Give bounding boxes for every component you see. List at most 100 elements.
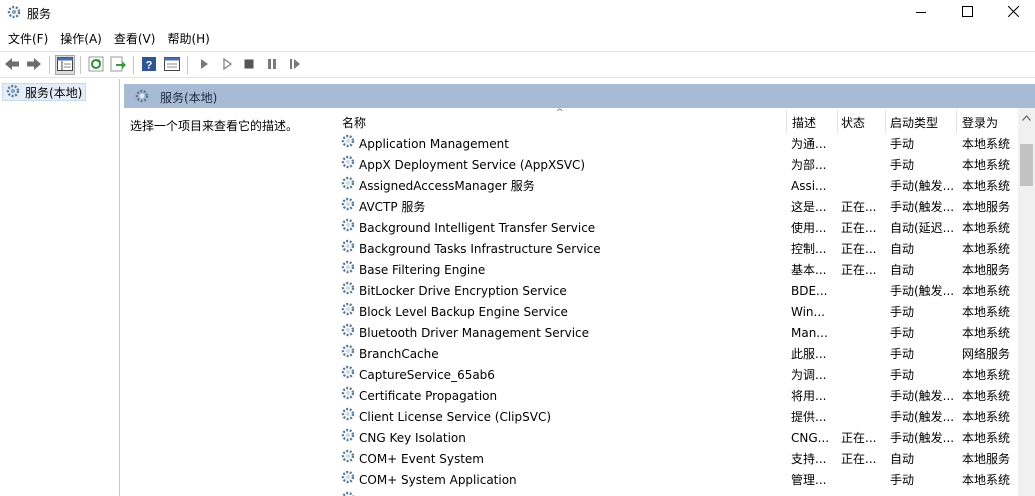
back-button[interactable] — [2, 55, 22, 75]
stop-service-button[interactable] — [239, 55, 259, 75]
minimize-icon — [916, 6, 926, 20]
service-description: CNG... — [791, 431, 830, 445]
resume-service-icon — [289, 58, 301, 73]
gear-icon — [6, 4, 22, 20]
service-name-cell: Bluetooth Driver Management Service — [340, 323, 786, 344]
vertical-scrollbar[interactable] — [1018, 108, 1035, 496]
service-startup-type: 自动 — [890, 263, 915, 277]
table-row[interactable]: CaptureService_65ab6 为调... 手动 本地系统 — [334, 365, 1018, 386]
refresh-button[interactable] — [86, 55, 106, 75]
service-logon-as: 本地服务 — [962, 452, 1011, 466]
tree-node-services-local[interactable]: 服务(本地) — [2, 83, 87, 101]
table-row[interactable]: CNG Key Isolation CNG... 正在... 手动(触发... 本地系统 — [334, 428, 1018, 449]
service-name: Bluetooth Driver Management Service — [359, 326, 590, 340]
menu-file[interactable]: 文件(F) — [2, 28, 54, 50]
help-button[interactable]: ? — [139, 55, 159, 75]
column-header-logon-as[interactable]: 登录为 — [962, 108, 1018, 134]
service-gear-icon — [340, 218, 356, 239]
service-name: Background Tasks Infrastructure Service — [359, 242, 601, 256]
resume-service-button[interactable] — [285, 55, 305, 75]
column-divider[interactable] — [837, 110, 838, 134]
service-description — [791, 491, 837, 496]
service-startup-type: 手动 — [890, 473, 915, 487]
column-divider[interactable] — [956, 110, 957, 134]
column-header-startup-type[interactable]: 启动类型 — [890, 108, 956, 134]
services-list: ^ 名称 描述 状态 启动类型 登录为 Application Manageme… — [334, 108, 1018, 496]
service-name-cell: Client License Service (ClipSVC) — [340, 407, 786, 428]
description-pane: 选择一个项目来查看它的描述。 — [124, 108, 334, 496]
service-description: 控制... — [791, 242, 827, 256]
title-bar: 服务 — [0, 0, 1035, 26]
service-gear-icon — [340, 428, 356, 449]
service-name-cell: Application Management — [340, 134, 786, 155]
minimize-button[interactable] — [898, 0, 944, 26]
menu-action[interactable]: 操作(A) — [54, 28, 108, 50]
start-service-button[interactable] — [194, 55, 214, 75]
table-row[interactable]: AssignedAccessManager 服务 Assi... 手动(触发... 本… — [334, 176, 1018, 197]
export-list-button[interactable] — [108, 55, 128, 75]
table-row[interactable]: Application Management 为通... 手动 本地系统 — [334, 134, 1018, 155]
scroll-thumb[interactable] — [1020, 144, 1033, 186]
chevron-up-icon — [1022, 110, 1031, 124]
service-startup-type: 手动 — [890, 347, 915, 361]
menu-help[interactable]: 帮助(H) — [161, 28, 215, 50]
table-row[interactable]: Base Filtering Engine 基本... 正在... 自动 本地服务 — [334, 260, 1018, 281]
table-row[interactable] — [334, 491, 1018, 496]
service-gear-icon — [340, 260, 356, 281]
service-name-cell: Certificate Propagation — [340, 386, 786, 407]
start-service-alt-button[interactable] — [217, 55, 237, 75]
table-row[interactable]: COM+ System Application 管理... 手动 本地系统 — [334, 470, 1018, 491]
service-logon-as: 本地系统 — [962, 326, 1011, 340]
scroll-up-button[interactable] — [1018, 108, 1035, 125]
menu-bar: 文件(F) 操作(A) 查看(V) 帮助(H) — [0, 28, 1035, 50]
table-row[interactable]: Client License Service (ClipSVC) 提供... 手动(… — [334, 407, 1018, 428]
show-hide-tree-button[interactable] — [55, 55, 75, 75]
forward-arrow-icon — [26, 57, 42, 74]
service-name-cell: AVCTP 服务 — [340, 197, 786, 218]
toolbar-separator — [187, 56, 188, 74]
service-logon-as: 网络服务 — [962, 347, 1011, 361]
service-description: 为调... — [791, 368, 827, 382]
toolbar-separator — [80, 56, 81, 74]
service-description: 为通... — [791, 137, 827, 151]
service-description: 提供... — [791, 410, 827, 424]
service-name: Client License Service (ClipSVC) — [359, 410, 552, 424]
table-row[interactable]: BitLocker Drive Encryption Service BDE...… — [334, 281, 1018, 302]
service-startup-type: 手动(触发... — [890, 389, 955, 403]
service-startup-type: 手动(触发... — [890, 431, 955, 445]
table-row[interactable]: BranchCache 此服... 手动 网络服务 — [334, 344, 1018, 365]
maximize-button[interactable] — [944, 0, 990, 26]
table-row[interactable]: Background Tasks Infrastructure Service 控… — [334, 239, 1018, 260]
forward-button[interactable] — [24, 55, 44, 75]
column-header-description[interactable]: 描述 — [792, 108, 836, 134]
start-service-icon — [198, 58, 210, 73]
service-name-cell — [340, 491, 786, 496]
service-name: Base Filtering Engine — [359, 263, 486, 277]
table-row[interactable]: AppX Deployment Service (AppXSVC) 为部... 手动… — [334, 155, 1018, 176]
table-row[interactable]: Bluetooth Driver Management Service Man..… — [334, 323, 1018, 344]
service-startup-type: 手动(触发... — [890, 410, 955, 424]
service-description: Win... — [791, 305, 825, 319]
description-hint: 选择一个项目来查看它的描述。 — [130, 119, 299, 133]
service-name-cell: BranchCache — [340, 344, 786, 365]
table-row[interactable]: Block Level Backup Engine Service Win... 手… — [334, 302, 1018, 323]
column-header-status[interactable]: 状态 — [841, 108, 885, 134]
service-name-cell: Base Filtering Engine — [340, 260, 786, 281]
service-status — [841, 176, 883, 197]
properties-button[interactable] — [162, 55, 182, 75]
table-row[interactable]: Background Intelligent Transfer Service 使… — [334, 218, 1018, 239]
table-row[interactable]: Certificate Propagation 将用... 手动(触发... 本地系统 — [334, 386, 1018, 407]
table-row[interactable]: COM+ Event System 支持... 正在... 自动 本地服务 — [334, 449, 1018, 470]
service-name: Block Level Backup Engine Service — [359, 305, 568, 319]
service-startup-type: 自动 — [890, 242, 915, 256]
column-divider[interactable] — [786, 110, 787, 134]
column-header-name[interactable]: 名称 — [342, 108, 782, 134]
pause-service-button[interactable] — [262, 55, 282, 75]
service-startup-type — [890, 491, 956, 496]
close-button[interactable] — [990, 0, 1035, 26]
table-row[interactable]: AVCTP 服务 这是... 正在... 手动(触发... 本地服务 — [334, 197, 1018, 218]
column-divider[interactable] — [885, 110, 886, 134]
service-description: 使用... — [791, 221, 827, 235]
service-gear-icon — [340, 344, 356, 365]
menu-view[interactable]: 查看(V) — [108, 28, 162, 50]
